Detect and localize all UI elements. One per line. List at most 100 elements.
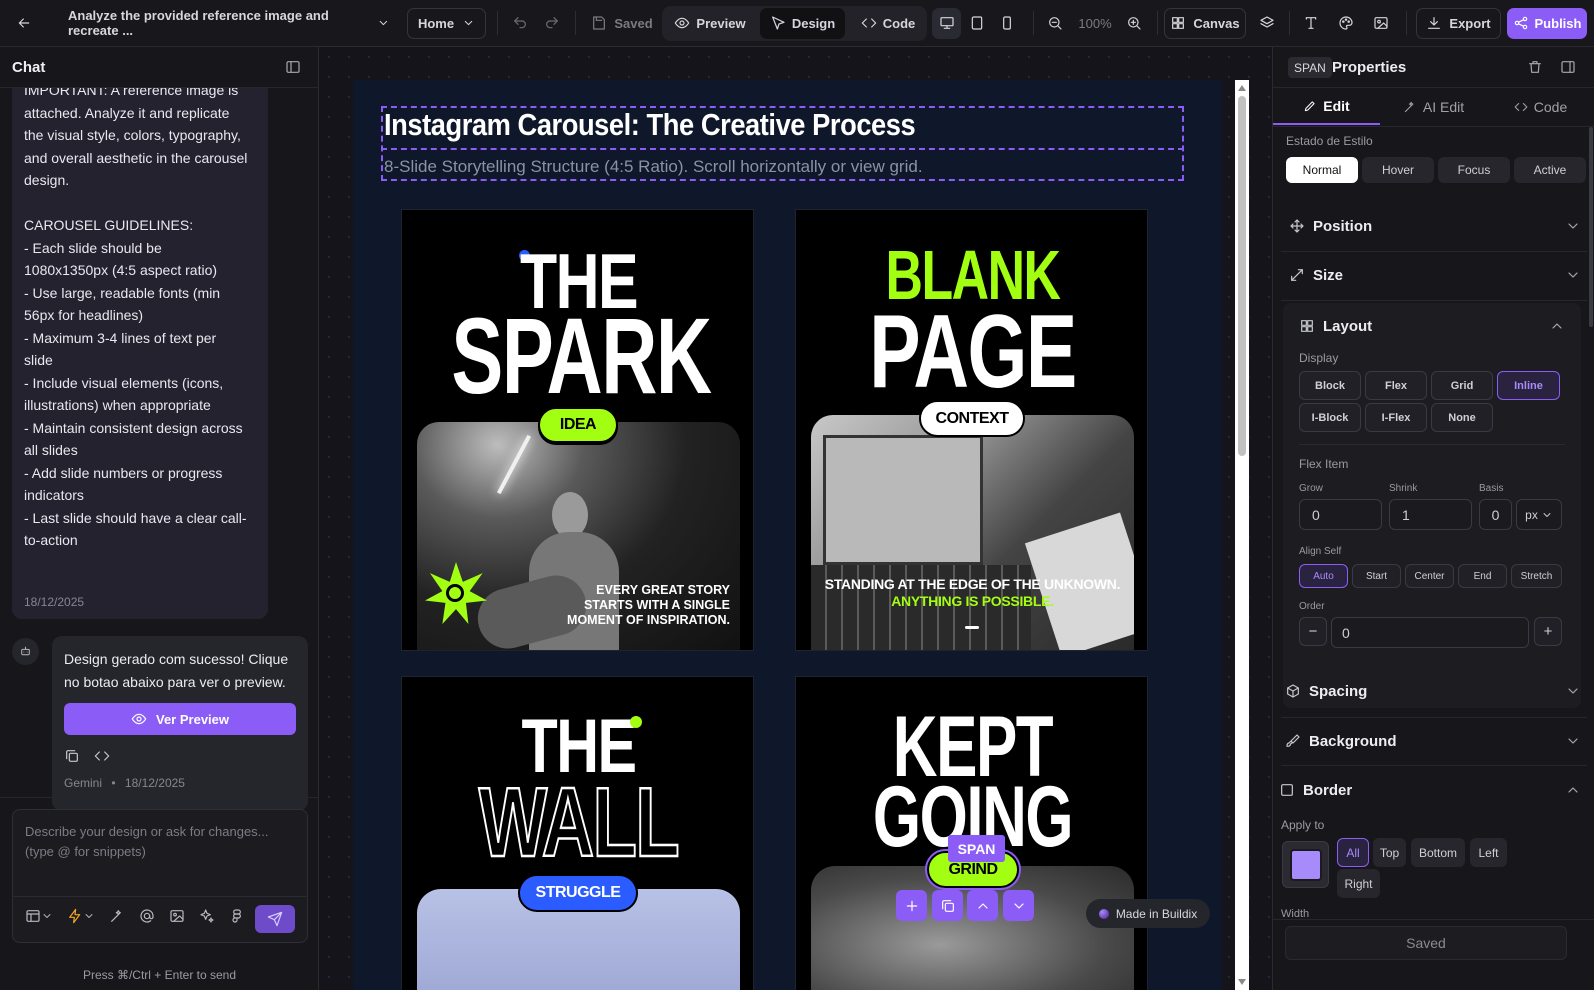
section-layout-header[interactable]: Layout bbox=[1299, 312, 1565, 340]
export-button[interactable]: Export bbox=[1416, 7, 1501, 39]
display-block[interactable]: Block bbox=[1299, 371, 1361, 400]
scrollbar-thumb[interactable] bbox=[1238, 96, 1246, 456]
artboard-subtitle[interactable]: 8-Slide Storytelling Structure (4:5 Rati… bbox=[384, 157, 923, 177]
display-none[interactable]: None bbox=[1431, 403, 1493, 432]
apply-all[interactable]: All bbox=[1337, 838, 1369, 867]
state-hover[interactable]: Hover bbox=[1362, 157, 1434, 183]
section-position[interactable]: Position bbox=[1289, 212, 1581, 240]
display-flex[interactable]: Flex bbox=[1365, 371, 1427, 400]
scroll-up-arrow[interactable] bbox=[1238, 85, 1246, 91]
tab-ai-edit[interactable]: AI Edit bbox=[1380, 88, 1487, 125]
user-message-line: CAROUSEL GUIDELINES: bbox=[24, 217, 194, 233]
apply-bottom[interactable]: Bottom bbox=[1411, 838, 1465, 867]
saved-footer-button[interactable]: Saved bbox=[1285, 926, 1567, 960]
chevron-up-icon bbox=[977, 902, 988, 909]
apply-right[interactable]: Right bbox=[1337, 869, 1380, 898]
section-spacing[interactable]: Spacing bbox=[1285, 677, 1581, 705]
apply-left[interactable]: Left bbox=[1470, 838, 1507, 867]
state-normal[interactable]: Normal bbox=[1286, 157, 1358, 183]
figma-icon[interactable] bbox=[229, 908, 245, 924]
order-decrement-button[interactable]: − bbox=[1299, 617, 1327, 646]
section-size[interactable]: Size bbox=[1289, 261, 1581, 289]
user-message-line: - Each slide should be bbox=[24, 239, 162, 256]
border-color-swatch[interactable] bbox=[1282, 841, 1329, 888]
design-canvas[interactable]: Instagram Carousel: The Creative Process… bbox=[319, 47, 1272, 990]
desktop-view-button[interactable] bbox=[932, 7, 961, 39]
shrink-input[interactable]: 1 bbox=[1389, 499, 1472, 530]
artboard-title[interactable]: Instagram Carousel: The Creative Process bbox=[384, 107, 916, 143]
artboard[interactable]: Instagram Carousel: The Creative Process… bbox=[353, 80, 1222, 990]
basis-input[interactable]: 0 bbox=[1479, 499, 1512, 530]
project-title-dropdown[interactable]: Analyze the provided reference image and… bbox=[60, 8, 390, 39]
basis-unit-select[interactable]: px bbox=[1516, 499, 1562, 530]
align-center[interactable]: Center bbox=[1405, 564, 1454, 588]
slide-the-wall[interactable]: THE WALL STRUGGLE bbox=[401, 676, 754, 990]
code-tab[interactable]: Code bbox=[854, 8, 922, 39]
align-auto[interactable]: Auto bbox=[1299, 564, 1348, 588]
mobile-view-button[interactable] bbox=[992, 8, 1021, 39]
align-stretch[interactable]: Stretch bbox=[1511, 564, 1562, 588]
display-inline-block[interactable]: I-Block bbox=[1299, 403, 1361, 432]
basis-label: Basis bbox=[1479, 483, 1504, 494]
slide-the-spark[interactable]: THE SPARK IDEA EVERY GREAT STORY STARTS … bbox=[401, 209, 754, 651]
template-icon[interactable] bbox=[25, 908, 53, 924]
tablet-view-button[interactable] bbox=[962, 8, 991, 39]
tab-edit[interactable]: Edit bbox=[1273, 88, 1380, 125]
undo-button[interactable] bbox=[506, 8, 534, 39]
trash-icon[interactable] bbox=[1527, 59, 1543, 75]
state-active[interactable]: Active bbox=[1514, 157, 1586, 183]
image-add-icon[interactable] bbox=[169, 908, 185, 924]
scroll-down-arrow[interactable] bbox=[1238, 979, 1246, 985]
page-select[interactable]: Home bbox=[407, 7, 486, 39]
zoom-out-button[interactable] bbox=[1041, 8, 1069, 39]
redo-button[interactable] bbox=[538, 8, 566, 39]
ai-author: Gemini bbox=[64, 776, 103, 790]
magic-wand-icon[interactable] bbox=[109, 908, 125, 924]
chat-composer: Describe your design or ask for changes.… bbox=[12, 809, 308, 943]
text-tool-button[interactable] bbox=[1297, 8, 1325, 39]
preview-tab[interactable]: Preview bbox=[669, 8, 751, 39]
vertical-scrollbar[interactable] bbox=[1235, 80, 1249, 990]
layers-button[interactable] bbox=[1253, 8, 1281, 39]
section-background[interactable]: Background bbox=[1285, 727, 1581, 755]
back-button[interactable] bbox=[10, 8, 38, 39]
display-grid[interactable]: Grid bbox=[1431, 371, 1493, 400]
copy-icon[interactable] bbox=[64, 748, 80, 764]
pencil-icon bbox=[1303, 98, 1317, 114]
ver-preview-button[interactable]: Ver Preview bbox=[64, 703, 296, 735]
apply-top[interactable]: Top bbox=[1373, 838, 1406, 867]
tab-code[interactable]: Code bbox=[1487, 88, 1594, 125]
duplicate-button[interactable] bbox=[932, 890, 963, 921]
grow-input[interactable]: 0 bbox=[1299, 499, 1382, 530]
panel-scrollbar[interactable] bbox=[1589, 127, 1593, 327]
add-element-button[interactable] bbox=[896, 890, 927, 921]
move-up-button[interactable] bbox=[967, 890, 998, 921]
zoom-in-button[interactable] bbox=[1120, 8, 1148, 39]
publish-button[interactable]: Publish bbox=[1507, 7, 1587, 39]
sparkles-icon[interactable] bbox=[199, 908, 215, 924]
move-down-button[interactable] bbox=[1003, 890, 1034, 921]
align-end[interactable]: End bbox=[1458, 564, 1507, 588]
canvas-button[interactable]: Canvas bbox=[1164, 7, 1246, 39]
tab-ai-edit-label: AI Edit bbox=[1422, 98, 1465, 115]
image-tool-button[interactable] bbox=[1367, 8, 1395, 39]
design-tab[interactable]: Design bbox=[760, 7, 845, 39]
sidebar-toggle-icon[interactable] bbox=[285, 59, 301, 75]
order-increment-button[interactable]: + bbox=[1534, 617, 1562, 646]
order-input[interactable]: 0 bbox=[1331, 617, 1529, 648]
section-border[interactable]: Border bbox=[1279, 776, 1581, 804]
slide-kept-going[interactable]: KEPT GOING GRIND SPAN bbox=[795, 676, 1148, 990]
code-icon[interactable] bbox=[94, 748, 110, 764]
palette-button[interactable] bbox=[1332, 8, 1360, 39]
made-in-buildix-badge[interactable]: Made in Buildix bbox=[1086, 899, 1210, 928]
lightning-icon[interactable] bbox=[67, 908, 95, 924]
state-focus[interactable]: Focus bbox=[1438, 157, 1510, 183]
chat-input[interactable]: Describe your design or ask for changes.… bbox=[25, 822, 297, 862]
send-button[interactable] bbox=[255, 905, 295, 933]
display-inline-flex[interactable]: I-Flex bbox=[1365, 403, 1427, 432]
align-start[interactable]: Start bbox=[1352, 564, 1401, 588]
at-mention-icon[interactable] bbox=[139, 908, 155, 924]
display-inline[interactable]: Inline bbox=[1497, 371, 1560, 400]
panel-toggle-icon[interactable] bbox=[1560, 59, 1576, 75]
slide-blank-page[interactable]: BLANK PAGE CONTEXT STANDING AT THE EDGE … bbox=[795, 209, 1148, 651]
